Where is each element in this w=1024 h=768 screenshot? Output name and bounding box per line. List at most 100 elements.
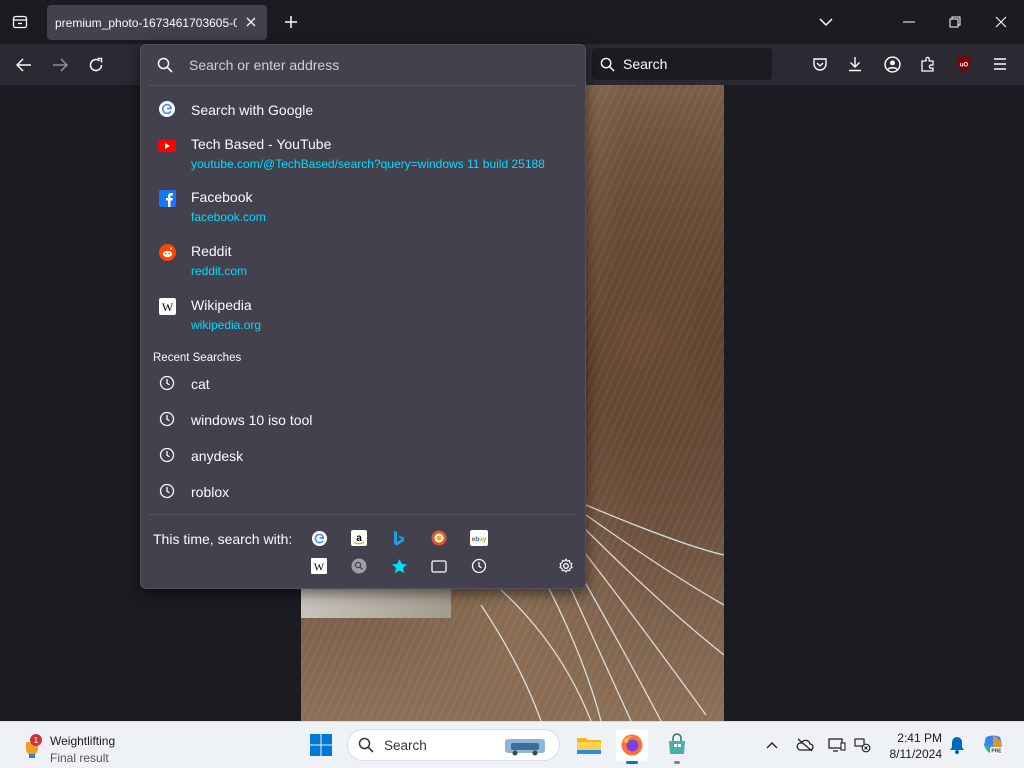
search-icon <box>358 737 374 753</box>
svg-text:uO: uO <box>960 63 969 69</box>
suggestion-facebook[interactable]: Facebook facebook.com <box>141 186 585 226</box>
wikipedia-icon[interactable]: W <box>310 557 328 575</box>
history-icon[interactable] <box>470 557 488 575</box>
tab-active[interactable]: premium_photo-1673461703605-0c... <box>47 5 267 40</box>
windows-start-icon[interactable] <box>305 729 337 761</box>
suggestion-title: Tech Based - YouTube <box>191 136 332 152</box>
suggestion-url: wikipedia.org <box>191 318 262 332</box>
tab-strip: premium_photo-1673461703605-0c... <box>0 0 1024 44</box>
amazon-icon[interactable]: a <box>350 529 368 547</box>
suggestion-url: reddit.com <box>191 264 248 278</box>
active-app-indicator <box>626 761 638 764</box>
divider <box>149 514 577 515</box>
urlbar[interactable] <box>141 45 585 85</box>
suggestion-search-google[interactable]: Search with Google <box>141 97 585 125</box>
reload-icon[interactable] <box>83 52 109 78</box>
ublock-origin-icon[interactable]: uO <box>953 53 975 75</box>
suggestion-wikipedia[interactable]: W Wikipedia wikipedia.org <box>141 294 585 334</box>
suggestion-url: youtube.com/@TechBased/search?query=wind… <box>191 157 545 171</box>
pocket-icon[interactable] <box>809 53 831 75</box>
list-all-tabs-chevron-icon[interactable] <box>814 10 838 34</box>
onedrive-offline-icon[interactable] <box>794 734 816 756</box>
history-clock-icon <box>158 446 176 464</box>
suggestion-url: facebook.com <box>191 210 266 224</box>
clock-time: 2:41 PM <box>897 731 942 745</box>
clock-date: 8/11/2024 <box>889 747 943 761</box>
windows-taskbar: 1 Weightlifting Final result Search 2:41… <box>0 721 1024 768</box>
taskbar-search-label: Search <box>384 737 427 753</box>
divider <box>149 85 577 86</box>
minimize-icon[interactable] <box>897 10 921 34</box>
facebook-icon <box>158 189 176 207</box>
copilot-icon[interactable]: PRE <box>980 732 1006 758</box>
suggestion-title: Reddit <box>191 243 232 259</box>
new-tab-icon[interactable] <box>279 10 303 34</box>
one-off-search-label: This time, search with: <box>153 531 293 547</box>
recent-search-item[interactable]: cat <box>141 371 585 401</box>
notification-bell-icon[interactable] <box>946 734 968 756</box>
restore-icon[interactable] <box>943 10 967 34</box>
address-input[interactable] <box>189 57 569 73</box>
search-bar[interactable]: Search <box>592 48 772 80</box>
close-window-icon[interactable] <box>989 10 1013 34</box>
display-icon[interactable] <box>826 734 848 756</box>
bookmarks-star-icon[interactable] <box>390 557 408 575</box>
recent-search-item[interactable]: roblox <box>141 479 585 509</box>
svg-text:PRE: PRE <box>991 749 1002 755</box>
recent-search-text: roblox <box>191 484 230 500</box>
history-clock-icon <box>158 482 176 500</box>
ebay-icon[interactable]: ebay <box>470 529 488 547</box>
downloads-icon[interactable] <box>844 53 866 75</box>
reddit-icon <box>158 243 176 261</box>
notification-badge: 1 <box>34 736 39 745</box>
suggestion-title: Search with Google <box>191 102 314 118</box>
suggestion-title: Wikipedia <box>191 297 252 313</box>
tab-title: premium_photo-1673461703605-0c... <box>55 15 237 30</box>
store-app-icon[interactable] <box>661 729 693 764</box>
search-highlight-icon <box>505 739 545 756</box>
recent-searches-label: Recent Searches <box>153 352 242 364</box>
back-arrow-icon[interactable] <box>11 52 37 78</box>
google-icon[interactable] <box>310 529 328 547</box>
search-bar-label: Search <box>623 56 668 72</box>
close-tab-icon[interactable] <box>243 14 259 30</box>
recent-search-text: cat <box>191 376 210 392</box>
wikipedia-icon: W <box>158 297 176 315</box>
firefox-view-icon[interactable] <box>8 10 32 34</box>
widget-subtitle: Final result <box>50 751 109 765</box>
svg-text:a: a <box>356 533 362 544</box>
hamburger-menu-icon[interactable] <box>989 53 1011 75</box>
taskbar-search[interactable]: Search <box>347 729 560 761</box>
extensions-puzzle-icon[interactable] <box>917 53 939 75</box>
weather-widget[interactable]: 1 Weightlifting Final result <box>20 728 180 765</box>
widget-title: Weightlifting <box>50 734 116 748</box>
taskbar-clock[interactable]: 2:41 PM 8/11/2024 <box>876 730 943 762</box>
account-icon[interactable] <box>881 53 903 75</box>
svg-text:W: W <box>161 300 173 314</box>
firefox-icon[interactable] <box>616 729 648 764</box>
google-icon <box>158 100 176 118</box>
suggestion-youtube[interactable]: Tech Based - YouTube youtube.com/@TechBa… <box>141 133 585 173</box>
recent-search-item[interactable]: windows 10 iso tool <box>141 407 585 437</box>
suggestion-reddit[interactable]: Reddit reddit.com <box>141 240 585 280</box>
bing-icon[interactable] <box>390 529 408 547</box>
file-explorer-icon[interactable] <box>573 729 605 761</box>
show-hidden-icons-chevron-icon[interactable] <box>761 734 783 756</box>
network-disconnected-icon[interactable] <box>851 734 873 756</box>
search-icon <box>600 57 615 72</box>
duckduckgo-icon[interactable] <box>430 529 448 547</box>
tabs-icon[interactable] <box>430 557 448 575</box>
running-app-indicator <box>674 761 680 764</box>
suggestion-title: Facebook <box>191 189 253 205</box>
history-clock-icon <box>158 374 176 392</box>
search-engine-icon[interactable] <box>350 557 368 575</box>
svg-text:W: W <box>314 562 325 574</box>
settings-gear-icon[interactable] <box>557 557 575 575</box>
urlbar-dropdown: Search with Google Tech Based - YouTube … <box>140 44 586 589</box>
forward-arrow-icon[interactable] <box>47 52 73 78</box>
svg-text:ebay: ebay <box>472 536 487 543</box>
recent-search-text: windows 10 iso tool <box>191 412 313 428</box>
recent-search-item[interactable]: anydesk <box>141 443 585 473</box>
sports-widget-icon: 1 <box>26 734 42 758</box>
recent-search-text: anydesk <box>191 448 244 464</box>
